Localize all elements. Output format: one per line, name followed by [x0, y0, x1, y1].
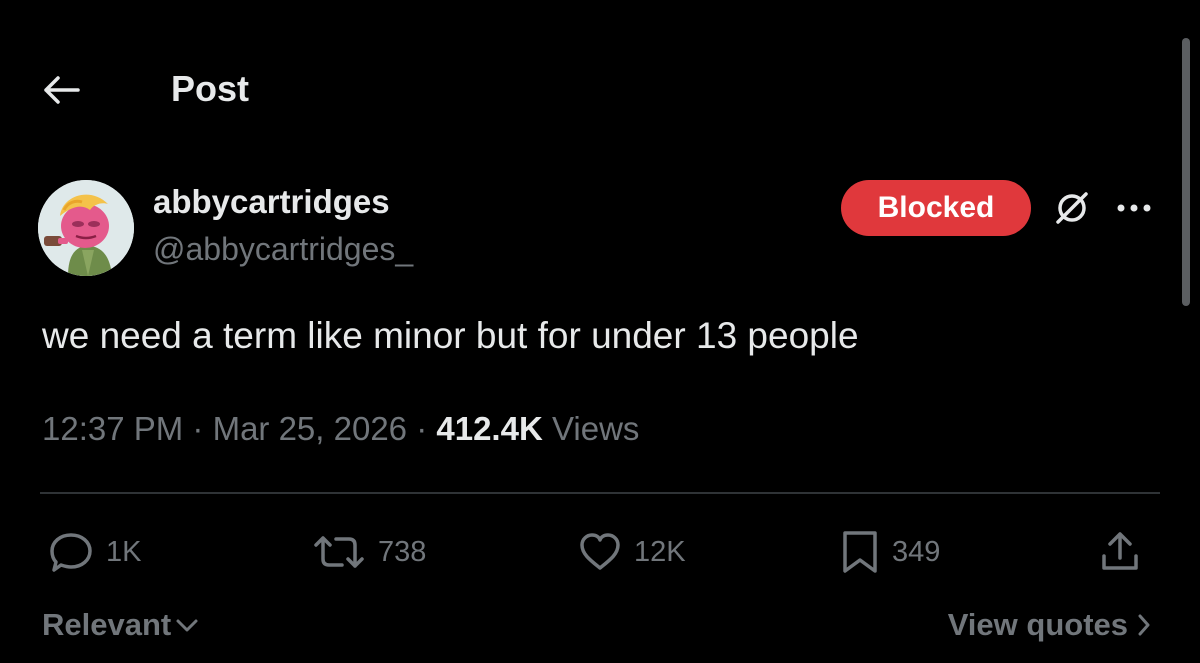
- blocked-button[interactable]: Blocked: [841, 180, 1031, 236]
- divider: [40, 492, 1160, 494]
- views-count[interactable]: 412.4K: [436, 410, 542, 447]
- display-name[interactable]: abbycartridges: [153, 183, 390, 221]
- view-quotes-link[interactable]: View quotes: [948, 606, 1152, 644]
- post-meta: 12:37 PM · Mar 25, 2026 · 412.4K Views: [42, 409, 639, 449]
- repost-count: 738: [378, 536, 427, 568]
- grok-button[interactable]: [1050, 186, 1094, 230]
- chevron-down-icon: [175, 617, 199, 633]
- avatar[interactable]: [38, 180, 134, 276]
- views-label: Views: [551, 410, 640, 447]
- reply-icon: [48, 530, 94, 574]
- page-title: Post: [171, 68, 250, 109]
- share-icon: [1098, 530, 1142, 574]
- repost-icon: [312, 532, 366, 572]
- grok-icon: [1052, 188, 1092, 228]
- chevron-right-icon: [1136, 612, 1152, 638]
- like-count: 12K: [634, 536, 686, 568]
- arrow-left-icon: [42, 75, 82, 105]
- repost-button[interactable]: 738: [312, 528, 426, 576]
- sort-label: Relevant: [42, 607, 172, 642]
- bookmark-button[interactable]: 349: [840, 528, 940, 576]
- bookmark-icon: [840, 529, 880, 575]
- bookmark-count: 349: [892, 536, 941, 568]
- more-horizontal-icon: [1116, 203, 1152, 213]
- view-quotes-label: View quotes: [947, 607, 1128, 642]
- post-date[interactable]: Mar 25, 2026: [213, 410, 407, 447]
- reply-button[interactable]: 1K: [48, 528, 141, 576]
- sort-dropdown[interactable]: Relevant: [42, 606, 199, 644]
- user-handle[interactable]: @abbycartridges_: [153, 230, 413, 268]
- post-time[interactable]: 12:37 PM: [42, 410, 183, 447]
- post-text: we need a term like minor but for under …: [42, 315, 859, 356]
- more-button[interactable]: [1112, 190, 1156, 226]
- meta-separator: ·: [407, 410, 437, 447]
- back-button[interactable]: [40, 70, 84, 110]
- heart-icon: [578, 532, 622, 572]
- share-button[interactable]: [1098, 528, 1142, 576]
- like-button[interactable]: 12K: [578, 528, 686, 576]
- meta-separator: ·: [183, 410, 213, 447]
- reply-count: 1K: [106, 536, 142, 568]
- header: Post: [0, 50, 1200, 130]
